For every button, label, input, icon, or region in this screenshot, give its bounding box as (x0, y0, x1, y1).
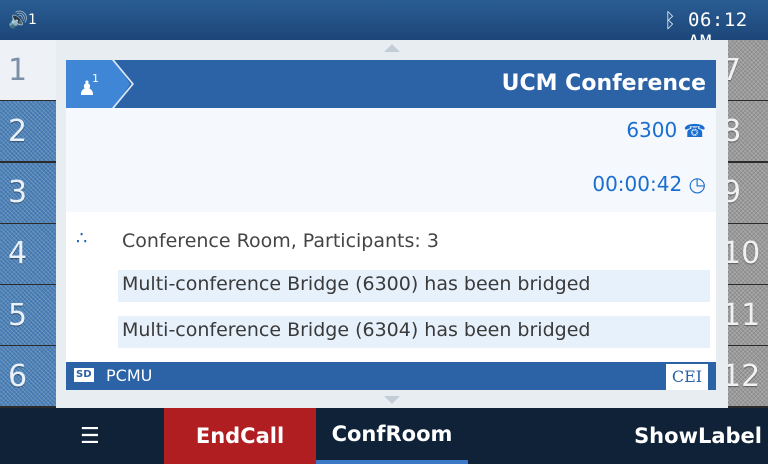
showlabel-button[interactable]: ShowLabel (600, 408, 768, 464)
line-key-5[interactable]: 5 (0, 285, 56, 346)
call-number-text: 6300 (626, 118, 678, 142)
conference-room: ∴ Conference Room, Participants: 3 Multi… (66, 212, 716, 362)
bluetooth-icon: ᛒ (664, 8, 676, 32)
call-number: 6300 ☎ (626, 118, 706, 142)
menu-icon[interactable]: ☰ (80, 424, 100, 449)
speaker-icon: 🔊 (8, 10, 28, 29)
left-line-keys: 1 2 3 4 5 6 (0, 40, 56, 408)
call-title: UCM Conference (501, 71, 706, 96)
call-info: 6300 ☎ 00:00:42 ◷ (66, 108, 716, 212)
line-indicator: 1 (28, 12, 37, 28)
conference-icon: ∴ (76, 228, 88, 249)
call-duration: 00:00:42 ◷ (592, 172, 706, 196)
sd-badge: SD (74, 368, 94, 382)
conference-message: Multi-conference Bridge (6300) has been … (118, 270, 710, 302)
cei-button[interactable]: CEI (666, 364, 708, 390)
scroll-down-arrow-icon[interactable] (384, 396, 400, 404)
call-panel: ♟ 1 UCM Conference 6300 ☎ 00:00:42 ◷ ∴ C… (56, 40, 728, 408)
line-key-2[interactable]: 2 (0, 101, 56, 162)
scroll-up-arrow-icon[interactable] (384, 44, 400, 52)
call-duration-text: 00:00:42 (592, 172, 683, 196)
clock-icon: ◷ (688, 172, 706, 196)
line-key-4[interactable]: 4 (0, 223, 56, 284)
call-header: ♟ 1 UCM Conference (66, 60, 716, 108)
codec-bar: SD PCMU CEI (66, 362, 716, 390)
line-key-1[interactable]: 1 (0, 40, 56, 100)
line-key-6[interactable]: 6 (0, 346, 56, 407)
conference-message: Multi-conference Bridge (6304) has been … (118, 316, 710, 348)
codec-name: PCMU (106, 366, 153, 385)
phone-icon: ☎ (683, 121, 706, 142)
endcall-button[interactable]: EndCall (164, 408, 316, 464)
conference-title: Conference Room, Participants: 3 (122, 230, 439, 252)
status-bar: 🔊 1 ᛒ 06:12 AM (0, 0, 768, 53)
participant-count: 1 (92, 72, 99, 85)
softkey-bar: ☰ EndCall ConfRoom ShowLabel (0, 408, 768, 464)
confroom-button[interactable]: ConfRoom (316, 408, 468, 464)
line-key-3[interactable]: 3 (0, 162, 56, 223)
